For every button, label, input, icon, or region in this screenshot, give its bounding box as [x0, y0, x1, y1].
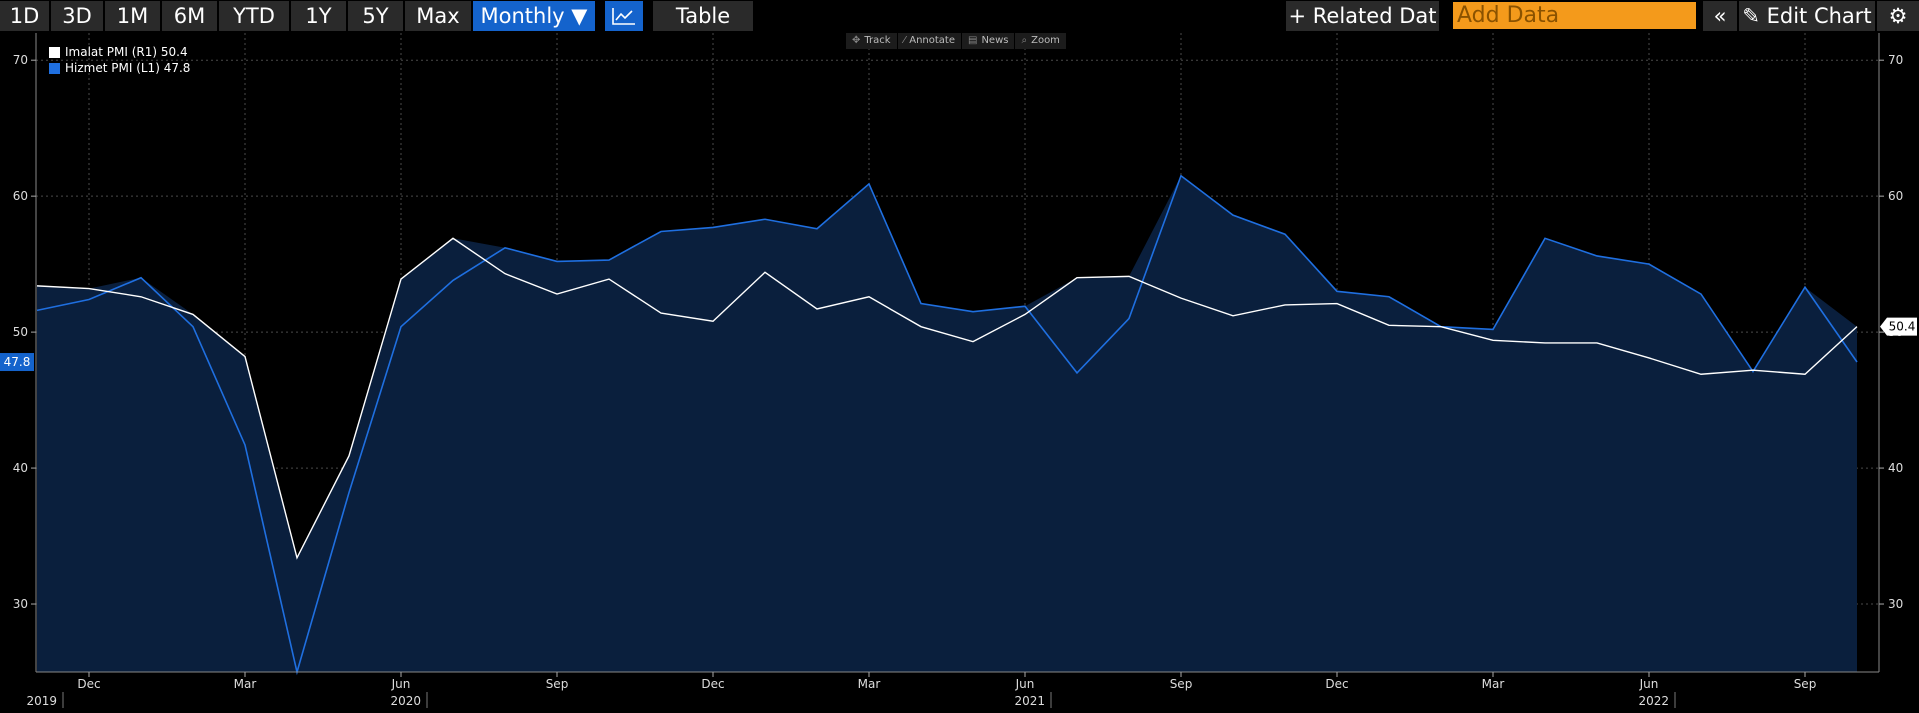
zoom-label: Zoom: [1031, 35, 1060, 46]
zoom-tool[interactable]: ⌕ Zoom: [1015, 33, 1066, 49]
x-tick-label: Mar: [234, 677, 257, 691]
x-tick-label: Sep: [1170, 677, 1193, 691]
x-tick-label: Jun: [1015, 677, 1035, 691]
x-tick-label: Jun: [391, 677, 411, 691]
annotate-label: Annotate: [909, 35, 955, 46]
left-tick-label: 70: [13, 53, 28, 67]
left-tick-label: 40: [13, 461, 28, 475]
news-label: News: [981, 35, 1009, 46]
area-fill: [37, 175, 1857, 673]
annotate-icon: ⁄: [903, 35, 906, 46]
manufacturing-badge-text: 50.4: [1889, 320, 1916, 334]
legend-swatch-white: [49, 46, 60, 58]
left-tick-label: 60: [13, 189, 28, 203]
news-icon: ▤: [968, 35, 978, 46]
year-label: 2021: [1014, 694, 1045, 708]
x-tick-label: Mar: [858, 677, 881, 691]
right-tick-label: 30: [1888, 597, 1903, 611]
chart-tools: ✥ Track ⁄ Annotate ▤ News ⌕ Zoom: [846, 33, 1067, 49]
x-tick-label: Dec: [1325, 677, 1348, 691]
track-tool[interactable]: ✥ Track: [846, 33, 897, 49]
left-tick-label: 50: [13, 325, 28, 339]
x-tick-label: Mar: [1482, 677, 1505, 691]
area-fill-path: [37, 175, 1857, 673]
x-tick-label: Sep: [1794, 677, 1817, 691]
zoom-icon: ⌕: [1021, 35, 1028, 46]
legend-value-manufacturing: 50.4: [160, 45, 188, 59]
year-label: 2019: [26, 694, 57, 708]
x-tick-label: Sep: [546, 677, 569, 691]
legend-label-services: Hizmet PMI (L1): [65, 61, 160, 75]
left-tick-label: 30: [13, 597, 28, 611]
right-tick-label: 60: [1888, 189, 1903, 203]
right-tick-label: 40: [1888, 461, 1903, 475]
news-tool[interactable]: ▤ News: [962, 33, 1015, 49]
x-tick-label: Dec: [77, 677, 100, 691]
legend-value-services: 47.8: [163, 61, 191, 75]
legend-item-manufacturing[interactable]: Imalat PMI (R1) 50.4: [49, 44, 190, 60]
annotate-tool[interactable]: ⁄ Annotate: [897, 33, 961, 49]
legend-swatch-blue: [49, 62, 60, 74]
pmi-chart[interactable]: 30405060703040506070DecMarJunSepDecMarJu…: [0, 0, 1919, 713]
year-label: 2020: [390, 694, 421, 708]
x-tick-label: Jun: [1639, 677, 1659, 691]
chart-legend: Imalat PMI (R1) 50.4 Hizmet PMI (L1) 47.…: [49, 44, 190, 76]
track-icon: ✥: [852, 35, 861, 46]
services-badge-text: 47.8: [4, 355, 31, 369]
year-label: 2022: [1638, 694, 1669, 708]
legend-label-manufacturing: Imalat PMI (R1): [65, 45, 158, 59]
right-tick-label: 70: [1888, 53, 1903, 67]
track-label: Track: [864, 35, 891, 46]
x-tick-label: Dec: [701, 677, 724, 691]
legend-item-services[interactable]: Hizmet PMI (L1) 47.8: [49, 60, 190, 76]
